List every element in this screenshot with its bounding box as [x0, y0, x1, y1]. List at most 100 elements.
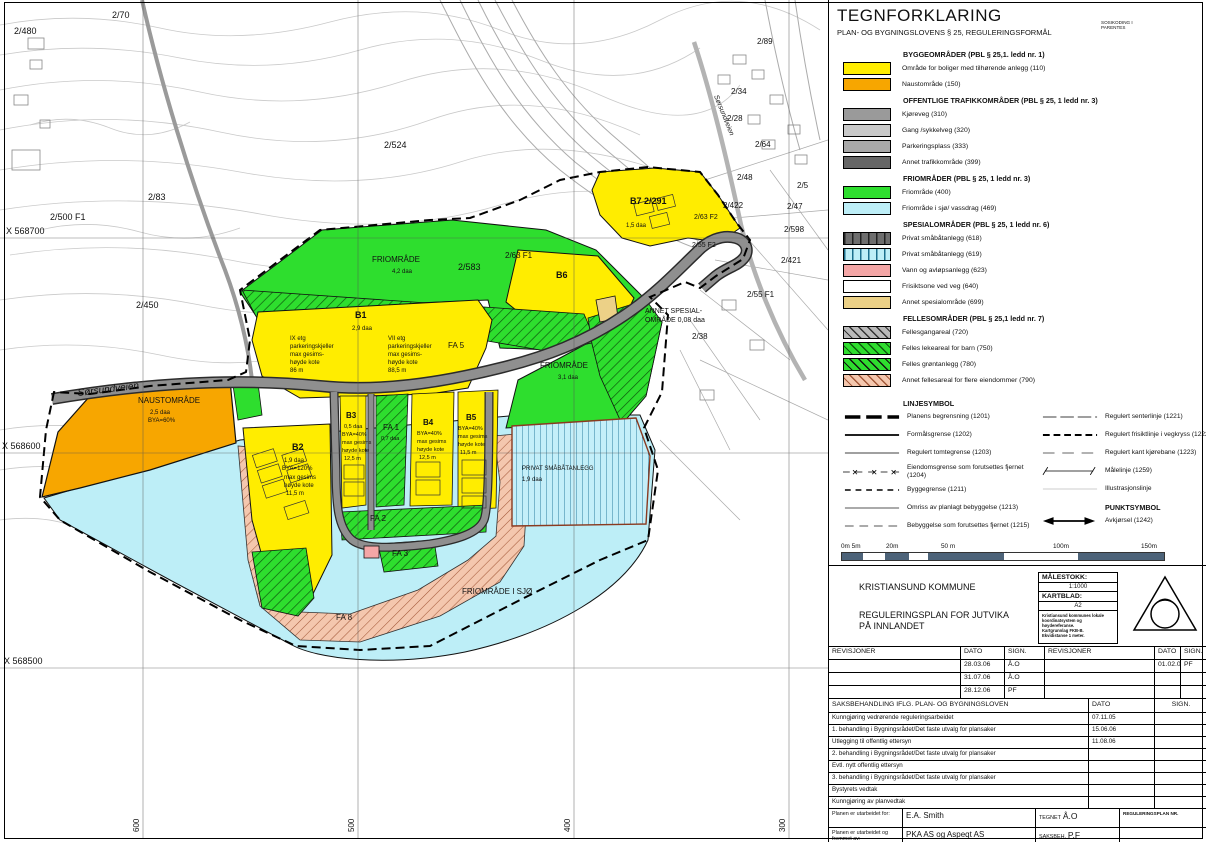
legend-item-label: Fellesgangareal (720)	[902, 328, 969, 336]
map-label: 2/480	[14, 26, 37, 36]
map-label: FA 8	[336, 613, 353, 622]
revision-cell: SIGN.	[1005, 647, 1045, 660]
eiendom-line-icon: ✕ ✕ ✕	[843, 467, 900, 476]
case-step-label: 2. behandling i Bygningsrådet/Det faste …	[829, 749, 1089, 760]
legend-item: Fellesgangareal (720)	[843, 324, 1199, 340]
map-label: B6	[556, 270, 568, 280]
legend-item: Område for boliger med tilhørende anlegg…	[843, 60, 1199, 76]
case-step-sign	[1155, 797, 1206, 808]
line-symbol-label: Planens begrensning (1201)	[907, 413, 990, 421]
coordinate-note: Kristiansund kommunes lokale koordinatsy…	[1042, 613, 1104, 638]
revision-cell: 28.12.06	[961, 686, 1005, 699]
case-step-label: 1. behandling i Bygningsrådet/Det faste …	[829, 725, 1089, 736]
case-step-label: Kunngjøring vedrørende reguleringsarbeid…	[829, 713, 1089, 724]
scale-bar: 0m 5m 20m 50 m 100m 150m	[841, 543, 1171, 561]
map-label: X 568700	[6, 226, 45, 236]
scale-bar-tick-label: 0m 5m	[841, 543, 861, 550]
legend-section-heading: FRIOMRÅDER (PBL § 25, 1 ledd nr. 3)	[903, 174, 1031, 183]
map-label: B2	[292, 442, 304, 452]
case-date-header: DATO	[1089, 699, 1155, 712]
line-symbol-label: Regulert frisiktlinje i vegkryss (1222)	[1105, 431, 1206, 439]
tegnet-cell: TEGNET Å.O	[1036, 809, 1120, 827]
revision-cell	[1155, 686, 1181, 699]
case-step-label: 3. behandling i Bygningsrådet/Det faste …	[829, 773, 1089, 784]
map-label: 2/55 F1	[747, 290, 775, 299]
case-step-label: Evtl. nytt offentlig ettersyn	[829, 761, 1089, 772]
map-label: 2/524	[384, 140, 407, 150]
map-label: 2/5	[797, 181, 809, 190]
line-symbol-label: Formålsgrense (1202)	[907, 431, 972, 439]
map-label: 2/55 F2	[692, 242, 716, 249]
map-label: 2/38	[692, 332, 708, 341]
legend-item: Privat småbåtanlegg (619)	[843, 246, 1199, 262]
map-label: 0,7 daa	[381, 436, 400, 442]
legend-item-label: Friområde (400)	[902, 188, 951, 196]
case-processing-row: Kunngjøring av planvedtak	[829, 797, 1206, 809]
map-label: høyde kote	[417, 447, 444, 453]
revision-cell	[829, 686, 961, 699]
plan-line-icon	[844, 415, 900, 419]
map-label: FA 3	[392, 549, 409, 558]
legend-item-label: Privat småbåtanlegg (618)	[902, 234, 982, 242]
revisions-table: REVISJONER DATO SIGN. REVISJONER DATO SIGN. 28…	[829, 647, 1206, 699]
case-processing-rows: Kunngjøring vedrørende reguleringsarbeid…	[829, 713, 1206, 809]
revision-cell: 01.02.07	[1155, 660, 1181, 673]
map-label: X 568600	[2, 441, 41, 451]
legend-note: SOSIKODING I PARENTES	[1101, 20, 1133, 31]
plan-sheet: 2/480 2/70 2/524 2/89 2/34 2/28 2/64 2/48 2/5 2/8…	[0, 0, 1206, 842]
map-label: 2/500 F1	[50, 212, 86, 222]
scale-label: MÅLESTOKK:	[1039, 573, 1117, 583]
prepared-by-label: Planen er utarbeidet og fremmet av:	[829, 828, 903, 842]
legend-item: Parkeringsplass (333)	[843, 138, 1199, 154]
map-label: 2/34	[731, 87, 747, 96]
legend-item: Frisiktsone ved veg (640)	[843, 278, 1199, 294]
legend-item-label: Annet trafikkområde (399)	[902, 158, 981, 166]
map-label: FRIOMRÅDE	[540, 361, 588, 370]
map-label: BYA=120%	[282, 466, 313, 472]
legend-sections: BYGGEOMRÅDER (PBL § 25,1. ledd nr. 1) Omr…	[843, 46, 1199, 388]
case-step-label: Kunngjøring av planvedtak	[829, 797, 1089, 808]
map-label: 2/63 F2	[694, 214, 718, 221]
scale-bar-tick-label: 100m	[1053, 543, 1069, 550]
park-swatch-icon	[843, 139, 891, 153]
case-processing-row: 1. behandling i Bygningsrådet/Det faste …	[829, 725, 1206, 737]
revision-cell	[1045, 673, 1155, 686]
svg-text:✕: ✕	[852, 467, 858, 476]
line-symbol-label: Regulert kant kjørebane (1223)	[1105, 449, 1197, 457]
case-step-sign	[1155, 773, 1206, 784]
map-label: 2/64	[755, 140, 771, 149]
case-processing-row: Bystyrets vedtak	[829, 785, 1206, 797]
scale-bar-tick-label: 150m	[1141, 543, 1157, 550]
omriss-line-icon	[844, 507, 900, 509]
map-label: FRIOMRÅDE I SJØ	[462, 587, 532, 596]
zoning-map[interactable]: 2/4802/702/5242/892/342/282/642/482/52/8…	[0, 0, 828, 842]
map-label: 88,5 m	[388, 368, 406, 374]
map-label: 86 m	[290, 368, 303, 374]
case-step-date: 11.08.06	[1089, 737, 1155, 748]
legend-item: Privat småbåtanlegg (618)	[843, 230, 1199, 246]
map-label: parkeringskjeller	[388, 344, 432, 350]
lek-swatch-icon	[843, 341, 891, 355]
point-symbol-heading: PUNKTSYMBOL	[1105, 503, 1161, 512]
map-label: BYA=40%	[458, 426, 483, 432]
legend-item: Annet fellesareal for flere eiendommer (…	[843, 372, 1199, 388]
prepared-by-value: PKA AS og Aspeqt AS	[903, 828, 1036, 842]
map-label: høyde kote	[342, 448, 369, 454]
map-label: 600	[132, 818, 141, 832]
scale-bar-tick-label: 20m	[886, 543, 899, 550]
legend-panel: TEGNFORKLARING PLAN- OG BYGNINGSLOVENS §…	[828, 0, 1206, 842]
line-symbol-label: Regulert tomtegrense (1203)	[907, 449, 992, 457]
map-label: max gesims	[342, 440, 372, 446]
map-label: 400	[563, 818, 572, 832]
revision-cell	[1181, 686, 1206, 699]
tomt-line-icon	[844, 452, 900, 454]
case-step-sign	[1155, 761, 1206, 772]
map-label: OMRÅDE 0,08 daa	[645, 315, 705, 324]
bebygg-line-icon	[844, 525, 900, 527]
legend-item: Annet trafikkområde (399)	[843, 154, 1199, 170]
line-symbol-label: Målelinje (1259)	[1105, 467, 1152, 475]
map-label: VII etg	[388, 336, 405, 342]
sjo-swatch-icon	[843, 201, 891, 215]
legend-section-heading: SPESIALOMRÅDER (PBL § 25, 1 ledd nr. 6)	[903, 220, 1050, 229]
map-label: høyde kote	[388, 360, 418, 366]
